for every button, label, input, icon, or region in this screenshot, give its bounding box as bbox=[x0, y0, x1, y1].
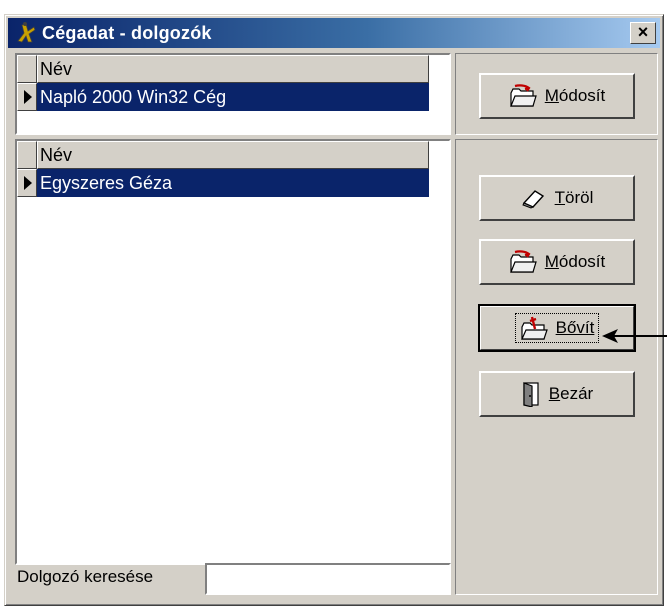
door-icon bbox=[523, 382, 539, 407]
expand-label: Bővít bbox=[555, 318, 595, 337]
folder-edit-icon bbox=[509, 84, 537, 107]
grid-corner bbox=[17, 55, 37, 83]
search-label: Dolgozó keresése bbox=[17, 567, 154, 586]
close-label: ezár bbox=[560, 384, 594, 403]
eraser-icon bbox=[521, 190, 544, 209]
folder-add-icon bbox=[520, 316, 548, 340]
employee-grid[interactable]: Név Egyszeres Géza bbox=[15, 139, 451, 565]
arrow-left-icon bbox=[602, 329, 667, 343]
company-name-column-header[interactable]: Név bbox=[37, 55, 429, 83]
employee-row[interactable]: Egyszeres Géza bbox=[37, 169, 429, 197]
company-modify-label: ódosít bbox=[558, 86, 606, 105]
delete-label: öröl bbox=[565, 188, 594, 207]
employee-search-input[interactable] bbox=[205, 563, 451, 595]
employee-modify-button[interactable]: Módosít bbox=[479, 239, 635, 285]
company-row[interactable]: Napló 2000 Win32 Cég bbox=[37, 83, 429, 111]
close-button[interactable]: Bezár bbox=[479, 371, 635, 417]
title-bar[interactable]: Cégadat - dolgozók × bbox=[8, 18, 660, 48]
close-window-button[interactable]: × bbox=[630, 22, 656, 44]
grid-corner bbox=[17, 141, 37, 169]
employee-modify-label: ódosít bbox=[558, 252, 606, 271]
employee-name-column-header[interactable]: Név bbox=[37, 141, 429, 169]
company-grid[interactable]: Név Napló 2000 Win32 Cég bbox=[15, 53, 451, 135]
row-indicator-icon bbox=[17, 169, 37, 197]
window-title: Cégadat - dolgozók bbox=[42, 23, 212, 43]
figure-icon bbox=[17, 22, 36, 43]
row-indicator-icon bbox=[17, 83, 37, 111]
company-modify-button[interactable]: Módosít bbox=[479, 73, 635, 119]
folder-edit-icon bbox=[509, 250, 537, 273]
employee-window: Cégadat - dolgozók × Név Napló 2000 Win3… bbox=[4, 14, 664, 606]
delete-button[interactable]: Töröl bbox=[479, 175, 635, 221]
